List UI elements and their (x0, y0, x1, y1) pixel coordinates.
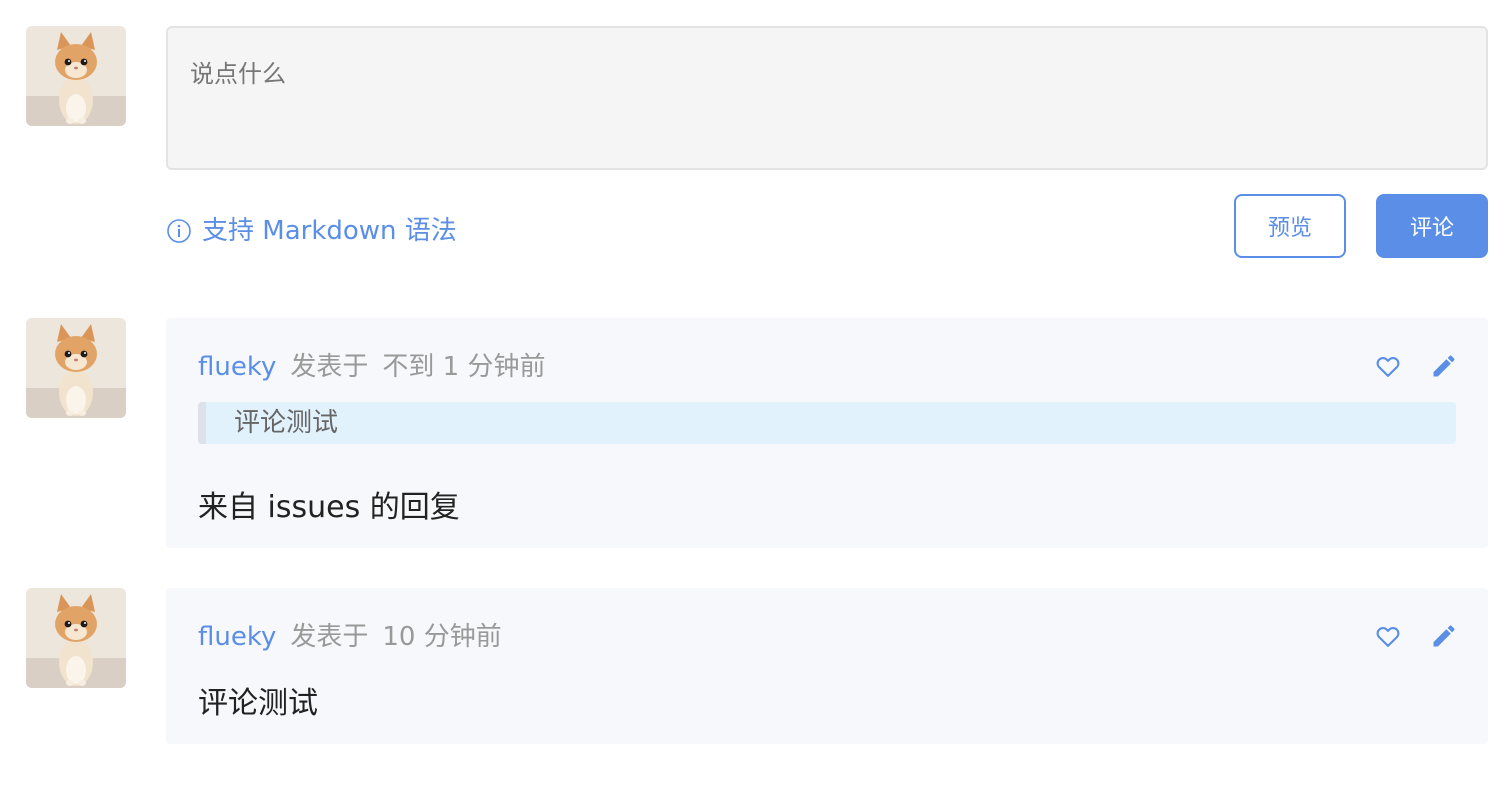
heart-outline-icon[interactable] (1374, 352, 1402, 380)
comment-editor[interactable] (166, 26, 1488, 170)
quoted-comment: 评论测试 (198, 402, 1456, 444)
posted-label: 发表于 (290, 622, 369, 652)
comment-body: 来自 issues 的回复 (198, 490, 460, 525)
comment-time: 不到 1 分钟前 (382, 352, 546, 382)
comment-time: 10 分钟前 (382, 622, 502, 652)
comment-item: flueky 发表于 不到 1 分钟前 评论测试 来自 issues 的回复 (166, 318, 1488, 548)
posted-label: 发表于 (290, 352, 369, 382)
markdown-help-link[interactable]: 支持 Markdown 语法 (166, 208, 457, 248)
comment-avatar[interactable] (26, 588, 126, 688)
comment-avatar[interactable] (26, 318, 126, 418)
info-circle-icon (167, 219, 191, 243)
markdown-hint-label: 支持 Markdown 语法 (202, 215, 457, 246)
comment-body: 评论测试 (198, 686, 318, 721)
heart-outline-icon[interactable] (1374, 622, 1402, 650)
current-user-avatar (26, 26, 126, 126)
pencil-icon[interactable] (1430, 622, 1458, 650)
submit-comment-button[interactable]: 评论 (1376, 194, 1488, 258)
comment-actions (1374, 622, 1458, 650)
comment-author-link[interactable]: flueky (198, 622, 276, 652)
pencil-icon[interactable] (1430, 352, 1458, 380)
comment-actions (1374, 352, 1458, 380)
comment-meta: flueky 发表于 10 分钟前 (198, 616, 502, 653)
comment-item: flueky 发表于 10 分钟前 评论测试 (166, 588, 1488, 744)
comment-input[interactable] (168, 28, 1486, 168)
preview-button[interactable]: 预览 (1234, 194, 1346, 258)
comment-author-link[interactable]: flueky (198, 352, 276, 382)
comment-meta: flueky 发表于 不到 1 分钟前 (198, 346, 545, 383)
